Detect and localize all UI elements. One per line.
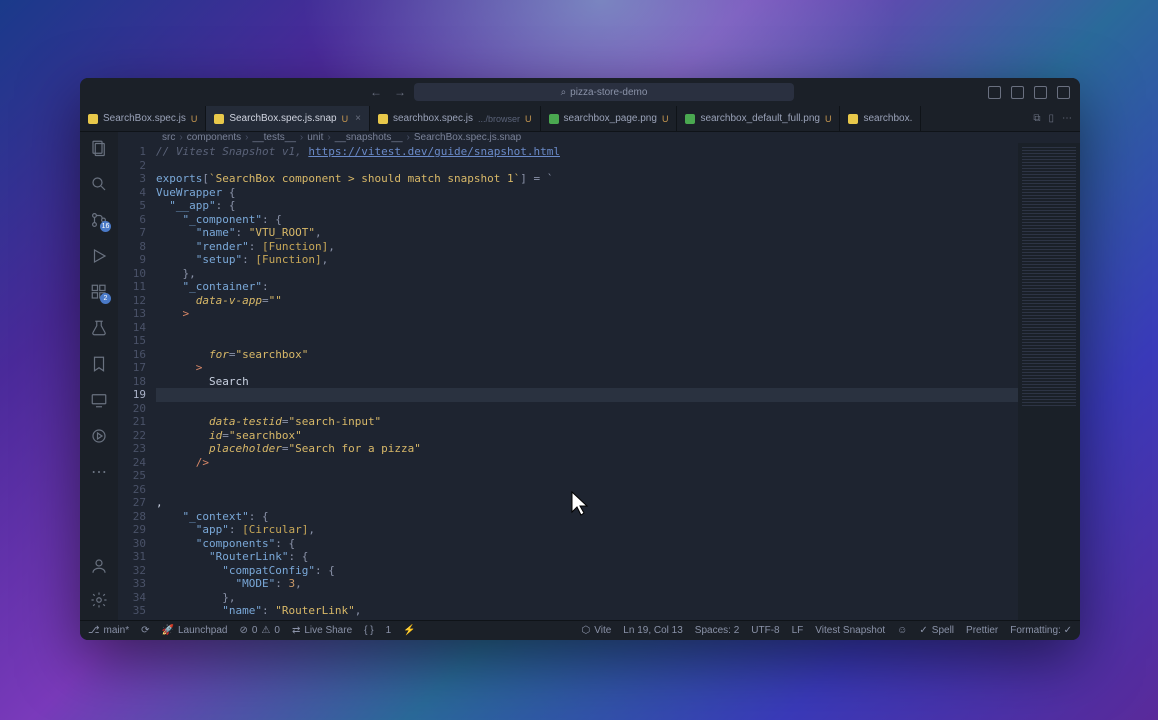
js-icon — [378, 114, 388, 124]
brackets-indicator[interactable]: { } — [364, 625, 373, 636]
layout-customize-icon[interactable] — [1057, 86, 1070, 99]
thunder-icon[interactable]: ⚡ — [403, 625, 415, 636]
tab-searchbox-browser-spec[interactable]: searchbox.spec.js .../browser U — [370, 106, 541, 131]
language-mode[interactable]: Vitest Snapshot — [815, 625, 885, 636]
source-control-icon[interactable]: 16 — [89, 210, 109, 230]
layout-right-icon[interactable] — [1034, 86, 1047, 99]
rocket-icon: 🚀 — [162, 625, 174, 636]
more-icon[interactable]: ⋯ — [1062, 113, 1072, 124]
status-bar: ⎇ main* ⟳ 🚀 Launchpad ⊘0 ⚠0 ⇄ Live Share… — [80, 620, 1080, 640]
layout-left-icon[interactable] — [988, 86, 1001, 99]
tab-overflow[interactable]: searchbox. — [840, 106, 921, 131]
editor-window: ← → ⌕ pizza-store-demo SearchBox.spec.js… — [80, 78, 1080, 640]
formatting[interactable]: Formatting: ✓ — [1010, 625, 1072, 636]
test-icon[interactable] — [89, 318, 109, 338]
settings-icon[interactable] — [89, 590, 109, 610]
tab-bar: SearchBox.spec.js U SearchBox.spec.js.sn… — [80, 106, 1080, 132]
nav-forward-icon[interactable]: → — [394, 85, 406, 99]
cursor-position[interactable]: Ln 19, Col 13 — [623, 625, 683, 636]
indentation[interactable]: Spaces: 2 — [695, 625, 739, 636]
code-content[interactable]: // Vitest Snapshot v1, https://vitest.de… — [156, 143, 1018, 620]
account-icon[interactable] — [89, 556, 109, 576]
feedback-icon[interactable]: ☺ — [897, 625, 907, 636]
minimap[interactable] — [1018, 143, 1080, 620]
launchpad[interactable]: 🚀 Launchpad — [162, 625, 228, 636]
check-icon: ✓ — [919, 625, 927, 636]
tab-searchbox-page-png[interactable]: searchbox_page.png U — [541, 106, 678, 131]
js-icon — [848, 114, 858, 124]
image-icon — [549, 114, 559, 124]
eol[interactable]: LF — [792, 625, 804, 636]
problems[interactable]: ⊘0 ⚠0 — [239, 625, 279, 636]
breadcrumb[interactable]: src› components› __tests__› unit› __snap… — [118, 132, 1080, 143]
live-share[interactable]: ⇄ Live Share — [292, 625, 352, 636]
command-center[interactable]: ⌕ pizza-store-demo — [414, 83, 794, 101]
sync-icon[interactable]: ⟳ — [141, 625, 149, 636]
vite-icon: ⬡ — [582, 625, 591, 636]
layout-bottom-icon[interactable] — [1011, 86, 1024, 99]
more-activity-icon[interactable]: ⋯ — [89, 462, 109, 482]
liveshare-icon: ⇄ — [292, 625, 300, 636]
run-debug-icon[interactable] — [89, 246, 109, 266]
tab-searchbox-spec[interactable]: SearchBox.spec.js U — [80, 106, 206, 131]
scm-badge: 16 — [100, 221, 111, 232]
line-numbers: 1234567891011121314151617181920212223242… — [118, 143, 156, 620]
spell-check[interactable]: ✓ Spell — [919, 625, 954, 636]
search-icon: ⌕ — [561, 87, 567, 98]
branch-icon: ⎇ — [88, 625, 100, 636]
editor[interactable]: 1234567891011121314151617181920212223242… — [118, 143, 1080, 620]
js-icon — [214, 114, 224, 124]
warning-icon: ⚠ — [261, 625, 270, 636]
explorer-icon[interactable] — [89, 138, 109, 158]
bookmark-icon[interactable] — [89, 354, 109, 374]
copy-icon[interactable]: ⧉ — [1033, 113, 1040, 124]
error-icon: ⊘ — [239, 625, 247, 636]
titlebar: ← → ⌕ pizza-store-demo — [80, 78, 1080, 106]
tab-searchbox-snap[interactable]: SearchBox.spec.js.snap U × — [206, 106, 370, 131]
prettier[interactable]: Prettier — [966, 625, 998, 636]
ext-badge: 2 — [100, 293, 111, 304]
main-area: 16 2 ⋯ — [80, 132, 1080, 620]
encoding[interactable]: UTF-8 — [751, 625, 779, 636]
split-icon[interactable]: ▯ — [1048, 113, 1054, 124]
js-icon — [88, 114, 98, 124]
minimap-content — [1022, 147, 1076, 407]
remote-icon[interactable] — [89, 390, 109, 410]
nav-back-icon[interactable]: ← — [370, 85, 382, 99]
playwright-icon[interactable] — [89, 426, 109, 446]
activity-bar: 16 2 ⋯ — [80, 132, 118, 620]
extensions-icon[interactable]: 2 — [89, 282, 109, 302]
branch-indicator[interactable]: ⎇ main* — [88, 625, 129, 636]
search-icon[interactable] — [89, 174, 109, 194]
tab-searchbox-default-png[interactable]: searchbox_default_full.png U — [677, 106, 840, 131]
vite-indicator[interactable]: ⬡ Vite — [582, 625, 612, 636]
image-icon — [685, 114, 695, 124]
project-name: pizza-store-demo — [570, 87, 647, 98]
close-tab-icon[interactable]: × — [355, 113, 361, 124]
